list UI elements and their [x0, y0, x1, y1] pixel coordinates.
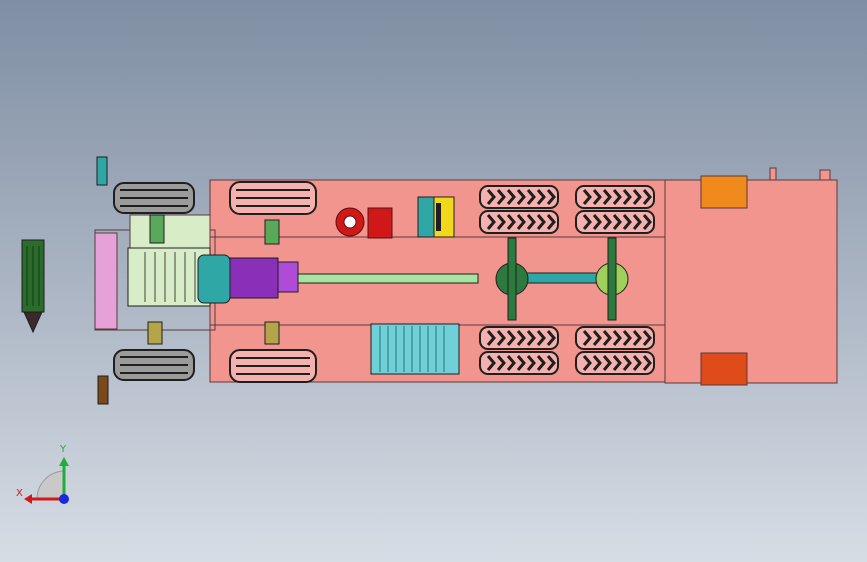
rear-tire-2-bottom-b	[575, 351, 655, 375]
rear-body-tab	[769, 167, 777, 181]
rear-tire-1-bottom-a	[479, 326, 559, 350]
y-axis-head	[59, 457, 69, 466]
wheel-front-top-right	[229, 181, 317, 215]
interaxle-shaft	[519, 272, 601, 284]
driveshaft	[297, 273, 479, 284]
x-axis-head	[24, 494, 32, 504]
radiator-panel	[129, 214, 211, 251]
rear-axle-1	[507, 237, 517, 321]
x-axis-label: X	[16, 488, 23, 499]
rear-tire-2-top-b	[575, 210, 655, 234]
mirror-part	[96, 156, 108, 186]
cad-viewport[interactable]: X Y	[0, 0, 867, 562]
wheel-front-bottom-right	[229, 349, 317, 383]
rear-tire-1-bottom-b	[479, 351, 559, 375]
triad-plane	[36, 470, 66, 500]
rear-axle-2	[607, 237, 617, 321]
y-axis-label: Y	[59, 444, 67, 455]
rear-light-bottom	[700, 352, 748, 386]
rear-tire-2-top-a	[575, 185, 655, 209]
rear-tire-1-top-a	[479, 185, 559, 209]
rear-body-panel	[664, 179, 838, 384]
tank-red-box	[367, 207, 393, 239]
flywheel-housing	[197, 254, 231, 304]
wheel-front-top-left	[113, 182, 195, 214]
rear-tire-1-top-b	[479, 210, 559, 234]
z-axis-dot	[59, 494, 69, 504]
rear-body-tab	[819, 169, 831, 181]
front-bumper	[94, 232, 118, 330]
rear-light-top	[700, 175, 748, 209]
gearbox-tail	[277, 261, 299, 293]
step-part	[97, 375, 109, 405]
model-canvas[interactable]: X Y	[0, 0, 867, 562]
rear-tire-2-bottom-a	[575, 326, 655, 350]
gearbox	[229, 257, 279, 299]
wheel-front-bottom-left	[113, 349, 195, 381]
orientation-triad: X Y	[16, 444, 69, 504]
battery-box	[370, 323, 460, 375]
